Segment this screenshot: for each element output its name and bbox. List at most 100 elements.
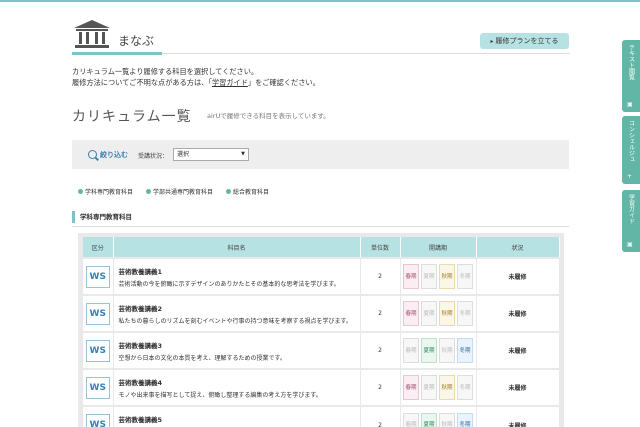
- table-header-row: 区分 科目名 単位数 開講期 状況: [83, 237, 560, 258]
- term-badge: 冬期: [457, 412, 473, 427]
- legend-label: 総合教育科目: [233, 189, 270, 196]
- course-name[interactable]: 芸術教養講義1: [119, 266, 360, 276]
- status-text: 未履修: [508, 385, 527, 392]
- term-cell: 春期 夏期 秋期 冬期: [400, 368, 477, 406]
- term-badges: 春期 夏期 秋期 冬期: [401, 412, 476, 427]
- side-tab-study-guide[interactable]: 学習ガイド ▣: [622, 190, 640, 252]
- status-text: 未履修: [508, 348, 527, 355]
- term-badge: 夏期: [421, 375, 437, 400]
- term-badges: 春期 夏期 秋期 冬期: [401, 301, 476, 326]
- course-name[interactable]: 芸術教養講義4: [119, 377, 360, 387]
- legend-label: 学科専門教育科目: [85, 189, 134, 196]
- term-badge: 冬期: [457, 301, 473, 326]
- term-badge: 夏期: [421, 264, 437, 289]
- course-name[interactable]: 芸術教養講義5: [119, 414, 360, 424]
- curriculum-title: カリキュラム一覧: [72, 109, 192, 125]
- title-underline: [72, 52, 162, 55]
- header-term: 開講期: [400, 237, 477, 258]
- curriculum-table-wrapper: 区分 科目名 単位数 開講期 状況 WS 芸術教養講義1 芸術活動の今を俯瞰に示すデ…: [78, 233, 564, 427]
- term-badge: 春期: [403, 412, 419, 427]
- intro-line-2-pre: 履修方法についてご不明な点がある方は、「: [72, 78, 212, 87]
- term-badge: 冬期: [457, 338, 473, 363]
- ws-badge: WS: [85, 414, 110, 427]
- units-cell: 2: [360, 257, 401, 295]
- term-cell: 春期 夏期 秋期 冬期: [400, 405, 477, 427]
- header-units: 単位数: [360, 237, 401, 258]
- side-tab-text-viewer[interactable]: テキスト閲覧 ▣: [622, 40, 640, 112]
- units-cell: 2: [360, 405, 401, 427]
- units-cell: 2: [360, 331, 401, 369]
- ws-badge: WS: [85, 265, 110, 288]
- filter-bar: 絞り込む 受講状況： 選択: [72, 140, 569, 169]
- table-row[interactable]: WS 芸術教養講義4 モノや出来事を描写として捉え、俯瞰し整理する編集の考え方を学び…: [83, 368, 560, 406]
- status-select[interactable]: 選択: [173, 148, 249, 161]
- term-badge: 秋期: [439, 338, 455, 363]
- course-cell[interactable]: 芸術教養講義1 芸術活動の今を俯瞰に示すデザインのありかたとその基本的な思考法を学…: [113, 257, 361, 295]
- term-cell: 春期 夏期 秋期 冬期: [400, 331, 477, 369]
- term-badges: 春期 夏期 秋期 冬期: [401, 338, 476, 363]
- term-cell: 春期 夏期 秋期 冬期: [400, 294, 477, 332]
- table-row[interactable]: WS芸術教養講義5人と人とのコミュニケーションの方法や共感する仕組みについて考え…: [83, 405, 560, 427]
- intro-line-2-post: 」をご確認ください。: [247, 78, 320, 87]
- status-cell: 未履修: [476, 331, 560, 369]
- side-tab-label: コンシェルジュ: [627, 120, 635, 162]
- term-badge: 夏期: [421, 412, 437, 427]
- term-badge: 春期: [403, 264, 419, 289]
- term-badges: 春期 夏期 秋期 冬期: [401, 375, 476, 400]
- course-name[interactable]: 芸術教養講義2: [119, 303, 360, 313]
- term-badge: 夏期: [421, 301, 437, 326]
- status-text: 未履修: [508, 422, 527, 427]
- search-icon[interactable]: [88, 150, 97, 159]
- category-divider: [72, 226, 569, 227]
- term-badge: 秋期: [439, 264, 455, 289]
- plan-button[interactable]: 履修プランを立てる: [480, 33, 569, 49]
- kubun-cell: WS: [83, 257, 114, 295]
- legend-dot-icon: [146, 189, 151, 194]
- term-badge: 秋期: [439, 375, 455, 400]
- course-desc: 私たちの暮らしのリズムを刻むイベントや行事の持つ意味を考察する視点を学びます。: [118, 317, 352, 325]
- header-status: 状況: [476, 237, 560, 258]
- ws-badge: WS: [85, 376, 110, 399]
- kubun-cell: WS: [83, 294, 114, 332]
- term-badge: 春期: [403, 301, 419, 326]
- course-cell[interactable]: 芸術教養講義5人と人とのコミュニケーションの方法や共感する仕組みについて考えます…: [113, 405, 361, 427]
- course-name[interactable]: 芸術教養講義3: [119, 340, 360, 350]
- category-title: 学科専門教育科目: [72, 211, 132, 223]
- table-row[interactable]: WS 芸術教養講義1 芸術活動の今を俯瞰に示すデザインのありかたとその基本的な思考法…: [83, 257, 560, 295]
- term-badge: 冬期: [457, 375, 473, 400]
- study-guide-link[interactable]: 学習ガイド: [212, 78, 248, 87]
- curriculum-subtitle: airUで履修できる科目を表示しています。: [207, 112, 330, 120]
- filter-label[interactable]: 絞り込む: [100, 150, 128, 160]
- course-cell[interactable]: 芸術教養講義4 モノや出来事を描写として捉え、俯瞰し整理する編集の考え方を学びます…: [113, 368, 361, 406]
- units-cell: 2: [360, 368, 401, 406]
- kubun-cell: WS: [83, 368, 114, 406]
- term-badge: 春期: [403, 375, 419, 400]
- curriculum-table: 区分 科目名 単位数 開講期 状況 WS 芸術教養講義1 芸術活動の今を俯瞰に示すデ…: [83, 237, 560, 427]
- legend-item-major: 学科専門教育科目: [78, 187, 133, 196]
- side-tab-label: 学習ガイド: [627, 194, 635, 224]
- units-cell: 2: [360, 294, 401, 332]
- status-cell: 未履修: [476, 368, 560, 406]
- plus-icon: +: [627, 173, 633, 180]
- ws-badge: WS: [85, 302, 110, 325]
- status-cell: 未履修: [476, 405, 560, 427]
- table-row[interactable]: WS 芸術教養講義2 私たちの暮らしのリズムを刻むイベントや行事の持つ意味を考察する…: [83, 294, 560, 332]
- legend-dot-icon: [226, 189, 231, 194]
- status-text: 未履修: [508, 311, 527, 318]
- legend-item-general: 総合教育科目: [226, 187, 269, 196]
- table-row[interactable]: WS 芸術教養講義3 空想から日本の文化の本質を考え、理解するための授業です。 2 春期…: [83, 331, 560, 369]
- building-logo-icon: [74, 20, 110, 48]
- side-tab-concierge[interactable]: コンシェルジュ +: [622, 116, 640, 184]
- intro-line-2: 履修方法についてご不明な点がある方は、「学習ガイド」をご確認ください。: [72, 77, 320, 88]
- course-desc: 芸術活動の今を俯瞰に示すデザインのありかたとその基本的な思考法を学びます。: [118, 280, 340, 288]
- window-icon: ▣: [627, 241, 633, 248]
- ws-badge: WS: [85, 339, 110, 362]
- course-cell[interactable]: 芸術教養講義2 私たちの暮らしのリズムを刻むイベントや行事の持つ意味を考察する視点…: [113, 294, 361, 332]
- course-cell[interactable]: 芸術教養講義3 空想から日本の文化の本質を考え、理解するための授業です。: [113, 331, 361, 369]
- term-badge: 秋期: [439, 412, 455, 427]
- status-cell: 未履修: [476, 294, 560, 332]
- kubun-cell: WS: [83, 331, 114, 369]
- legend-dot-icon: [78, 189, 83, 194]
- intro-line-1: カリキュラム一覧より履修する科目を選択してください。: [72, 67, 259, 76]
- side-tab-label: テキスト閲覧: [627, 44, 635, 80]
